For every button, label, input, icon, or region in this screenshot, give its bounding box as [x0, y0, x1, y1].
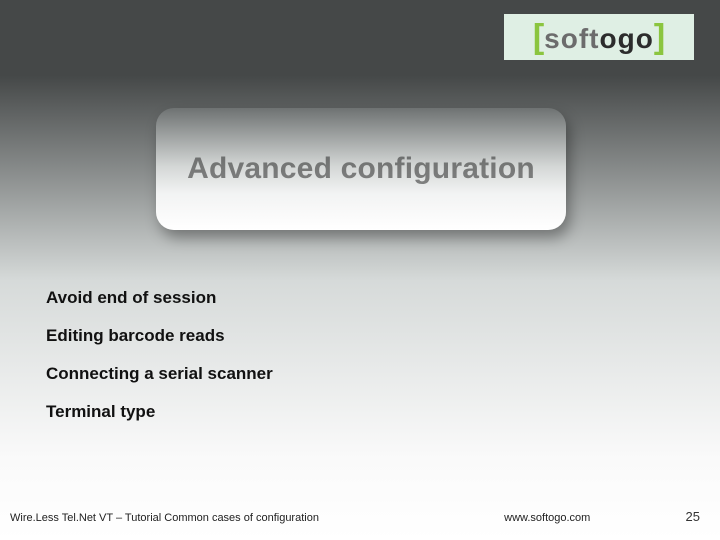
list-item: Terminal type: [46, 402, 273, 422]
slide: [ soft ogo ] Advanced configuration Avoi…: [0, 0, 720, 540]
brand-logo-text: [ soft ogo ]: [533, 20, 665, 55]
brand-logo: [ soft ogo ]: [504, 14, 694, 60]
bracket-open-icon: [: [533, 20, 544, 54]
logo-part-soft: soft: [544, 23, 599, 55]
page-title: Advanced configuration: [187, 152, 535, 186]
title-box: Advanced configuration: [156, 108, 566, 230]
footer: Wire.Less Tel.Net VT – Tutorial Common c…: [0, 509, 720, 524]
list-item: Avoid end of session: [46, 288, 273, 308]
footer-url: www.softogo.com: [319, 512, 686, 524]
footer-left-text: Wire.Less Tel.Net VT – Tutorial Common c…: [10, 512, 319, 524]
bullet-list: Avoid end of session Editing barcode rea…: [46, 288, 273, 422]
bracket-close-icon: ]: [654, 20, 665, 54]
list-item: Editing barcode reads: [46, 326, 273, 346]
page-number: 25: [686, 509, 700, 524]
logo-part-ogo: ogo: [600, 23, 654, 55]
list-item: Connecting a serial scanner: [46, 364, 273, 384]
